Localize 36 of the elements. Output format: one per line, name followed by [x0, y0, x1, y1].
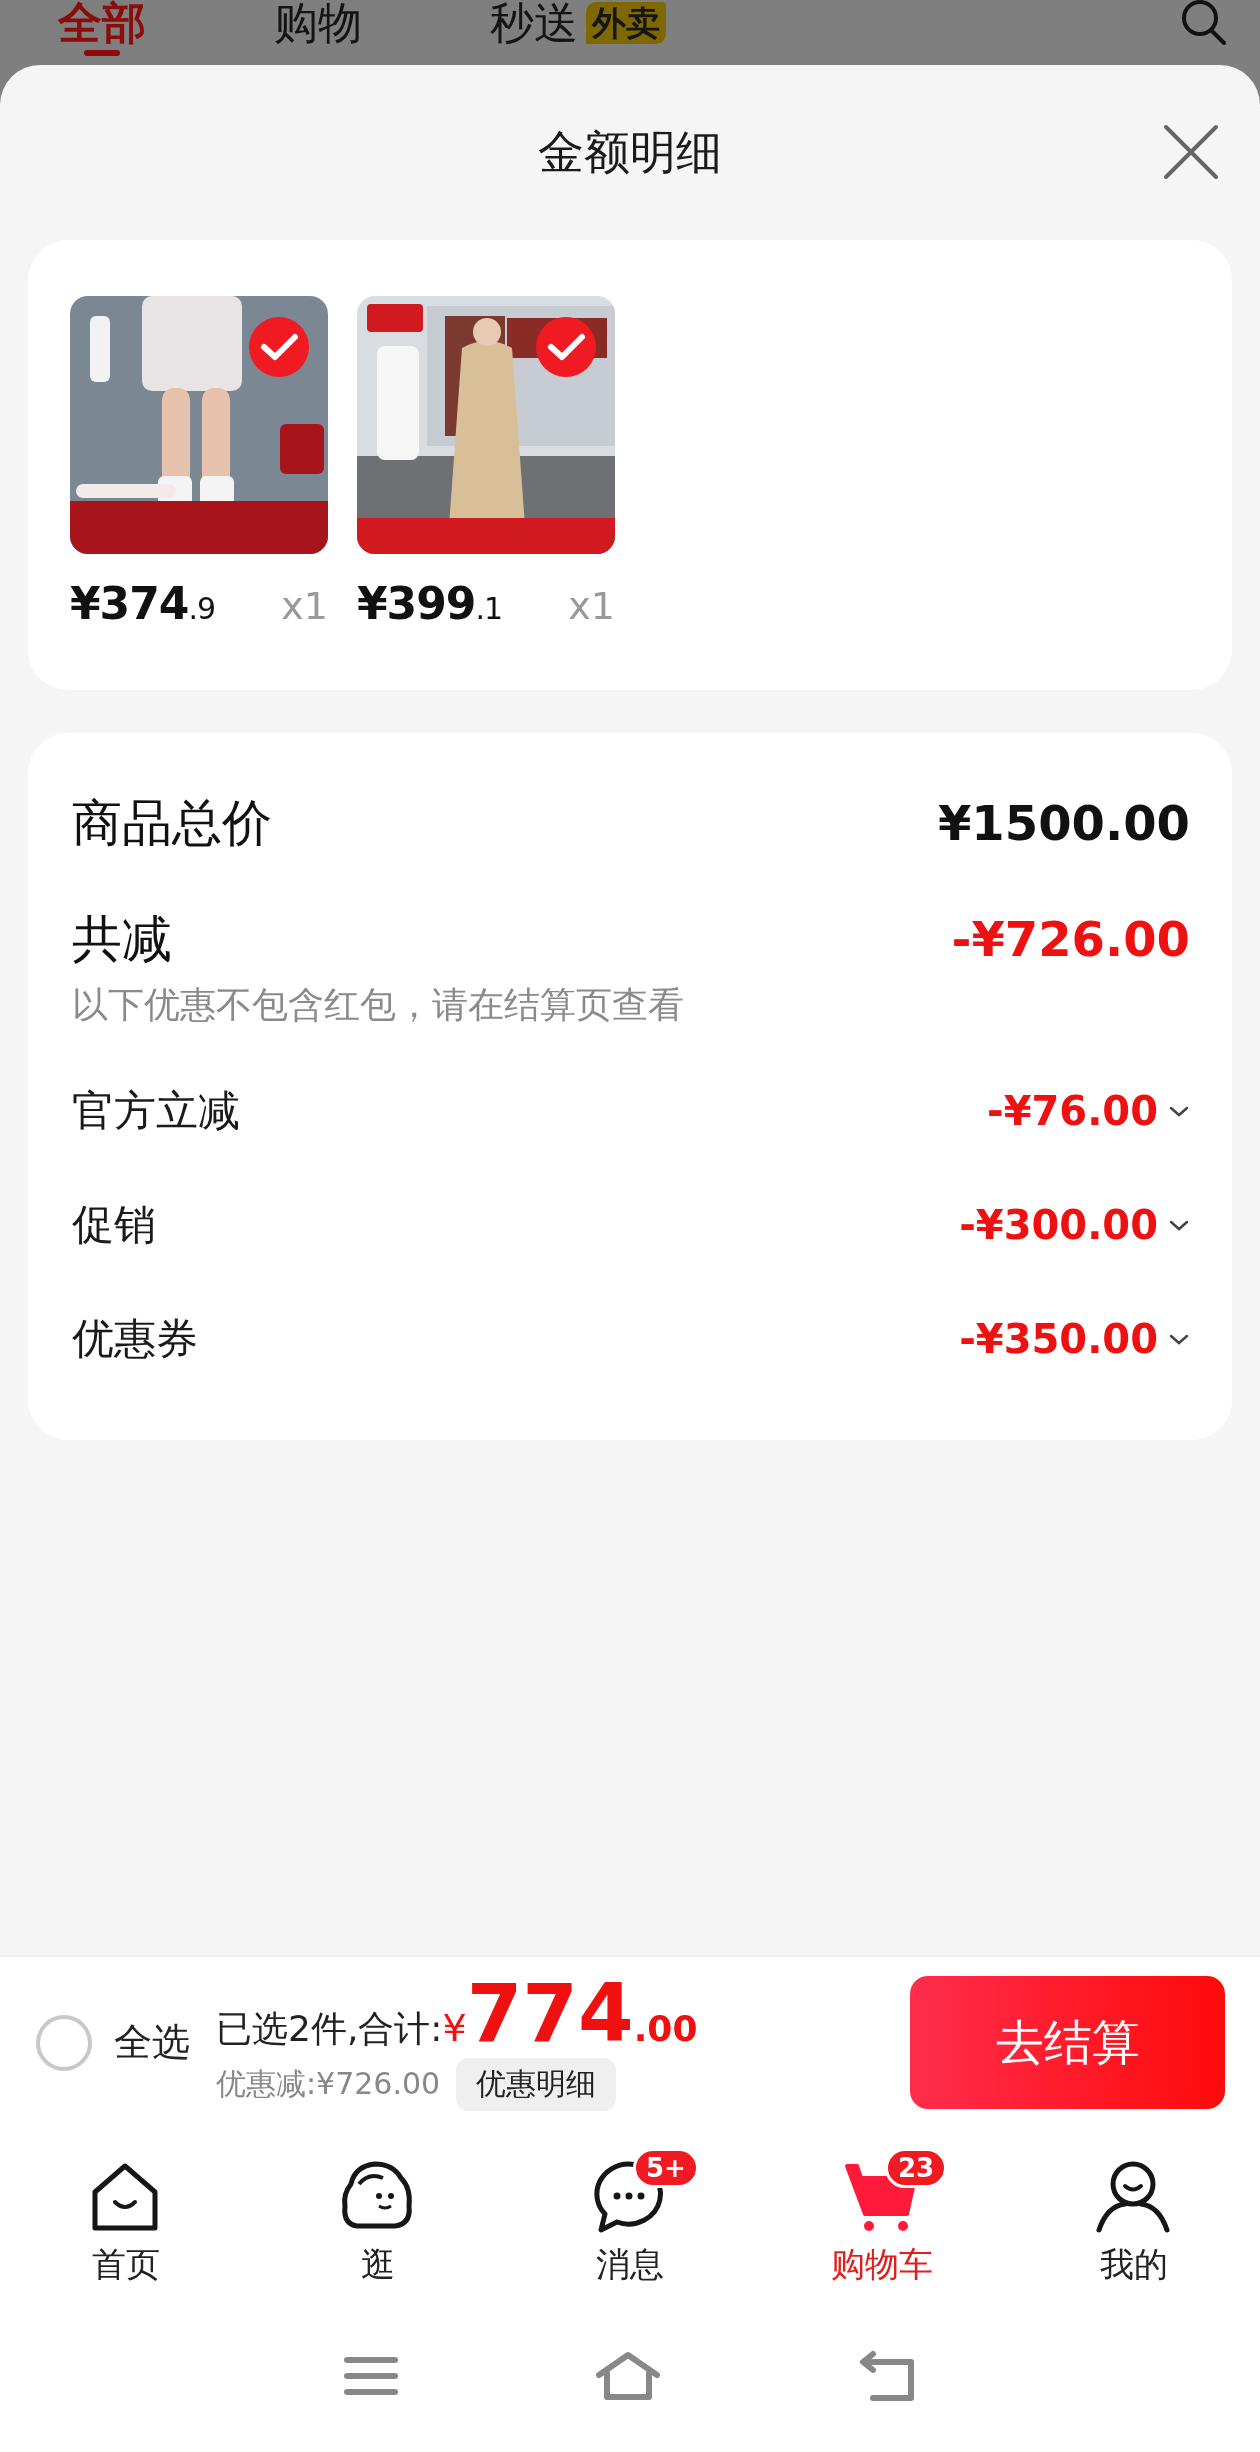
tab[interactable]: 购物: [274, 0, 362, 56]
nav-tab[interactable]: 我的: [1008, 2128, 1260, 2310]
details-button[interactable]: 优惠明细: [456, 2058, 617, 2111]
sheet-title: 金额明细: [538, 123, 722, 181]
discount-note: 以下优惠不包含红包，请在结算页查看: [72, 983, 685, 1027]
discount-amount: -¥76.00: [987, 1088, 1158, 1134]
discount-type: 优惠券: [72, 1313, 198, 1365]
back-icon[interactable]: [857, 2350, 917, 2402]
item-price: ¥399.1: [357, 578, 503, 629]
tab[interactable]: 秒送 外卖: [490, 0, 666, 56]
checkout-button[interactable]: 去结算: [910, 1976, 1225, 2109]
menu-icon[interactable]: [343, 2354, 399, 2398]
home-icon[interactable]: [593, 2351, 663, 2401]
discount-value: -¥726.00: [951, 911, 1190, 967]
total-summary: 已选2件,合计:¥774.00: [216, 1974, 699, 2054]
discount-amount: -¥300.00: [959, 1202, 1158, 1248]
nav-tab[interactable]: 5+ 消息: [504, 2128, 756, 2310]
total-value: ¥1500.00: [937, 795, 1190, 851]
checkmark-icon[interactable]: [535, 316, 597, 378]
discount-amount: -¥350.00: [959, 1316, 1158, 1362]
nav-tab[interactable]: 逛: [252, 2128, 504, 2310]
badge: 外卖: [586, 2, 666, 44]
saved-amount: 优惠减:¥726.00: [216, 2065, 441, 2103]
count-badge: 5+: [633, 2148, 699, 2188]
discount-label: 共减: [72, 908, 172, 970]
item-quantity: x1: [281, 584, 328, 628]
nav-tab[interactable]: 23 购物车: [756, 2128, 1008, 2310]
select-all-checkbox[interactable]: 全选: [34, 2012, 190, 2073]
item-price: ¥374.9: [70, 578, 216, 629]
total-label: 商品总价: [72, 792, 272, 854]
item-quantity: x1: [568, 584, 615, 628]
discount-type: 官方立减: [72, 1085, 240, 1137]
circle-icon: [34, 2012, 94, 2073]
nav-tab[interactable]: 首页: [0, 2128, 252, 2310]
discount-type: 促销: [72, 1199, 156, 1251]
checkmark-icon[interactable]: [248, 316, 310, 378]
